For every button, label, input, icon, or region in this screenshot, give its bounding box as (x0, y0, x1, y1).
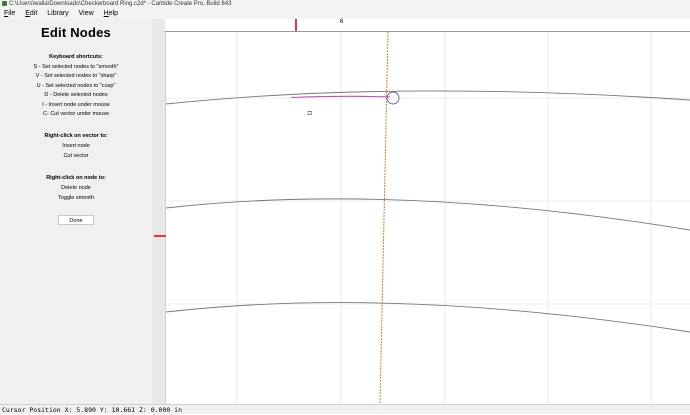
vector-rightclick-heading: Right-click on vector to: (44, 133, 108, 140)
menu-bar: File Edit Library View Help (0, 9, 690, 19)
panel-heading: Edit Nodes (41, 25, 111, 40)
toolpath-line (379, 31, 389, 405)
keyboard-shortcuts-heading: Keyboard shortcuts: (49, 54, 103, 60)
design-canvas[interactable] (165, 31, 690, 405)
menu-edit[interactable]: Edit (21, 9, 37, 19)
menu-library[interactable]: Library (43, 9, 68, 19)
node-delete: Delete node (61, 185, 91, 192)
vector-curve-top[interactable] (165, 90, 690, 105)
app-icon (2, 0, 7, 6)
vector-cut: Cut vector (63, 152, 89, 159)
node-rightclick-heading: Right-click on node to: (46, 175, 106, 182)
shortcut-sharp: V - Set selected nodes to "sharp" (35, 73, 117, 80)
shortcut-delete: D - Delete selected nodes (44, 92, 108, 99)
menu-view[interactable]: View (75, 9, 94, 19)
shortcut-smooth: S - Set selected nodes to "smooth" (33, 64, 119, 70)
node-toggle-smooth: Toggle smooth (58, 194, 94, 201)
done-button[interactable]: Done (58, 215, 94, 226)
vector-curve-selected-segment[interactable] (290, 95, 391, 99)
edit-nodes-panel: Edit Nodes Keyboard shortcuts: S - Set s… (0, 19, 153, 404)
left-ruler: 11 (152, 19, 314, 404)
shortcut-cut: C- Cut vector under mouse (42, 111, 110, 118)
window-title: C:\Users\walla\Downloads\Checkerboard Ri… (9, 1, 232, 7)
vector-curve-bottom[interactable] (165, 302, 690, 333)
shortcut-cusp: U - Set selected nodes to "cusp" (36, 82, 116, 89)
shortcut-insert: I - Insert node under mouse (42, 101, 110, 108)
title-bar: C:\Users\walla\Downloads\Checkerboard Ri… (0, 0, 690, 9)
top-ruler-cursor-marker (295, 19, 297, 31)
menu-help[interactable]: Help (100, 9, 118, 19)
status-bar: Cursor Position X: 5.890 Y: 10.661 Z: 0.… (0, 404, 690, 414)
left-ruler-cursor-marker (154, 235, 166, 237)
top-ruler-label: 6 (340, 19, 344, 25)
vector-curve-middle[interactable] (165, 198, 690, 231)
cursor-position: Cursor Position X: 5.890 Y: 10.661 Z: 0.… (2, 406, 183, 414)
menu-file[interactable]: File (0, 9, 15, 19)
vector-insert-node: Insert node (62, 143, 90, 150)
top-ruler: 6 (165, 19, 690, 32)
